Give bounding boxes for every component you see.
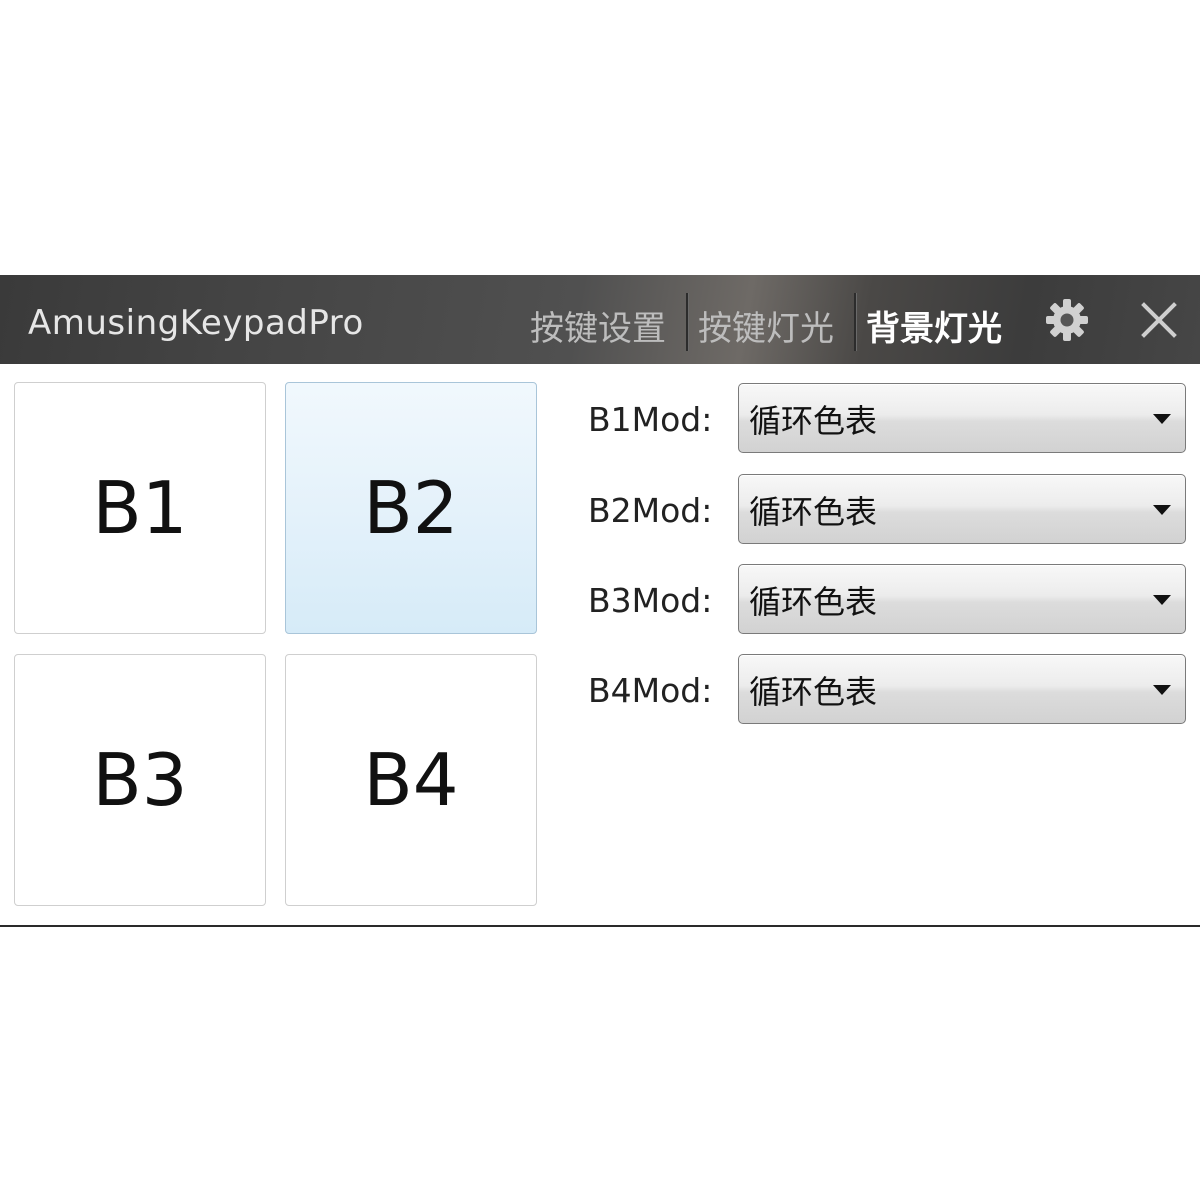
b4-mod-select[interactable]: 循环色表 [738, 654, 1186, 724]
key-button-b2[interactable]: B2 [285, 382, 537, 634]
key-button-b3[interactable]: B3 [14, 654, 266, 906]
key-button-b1[interactable]: B1 [14, 382, 266, 634]
tab-divider [854, 293, 856, 351]
tab-key-settings[interactable]: 按键设置 [530, 301, 666, 350]
dropdown-arrow-icon [1153, 685, 1171, 695]
dropdown-arrow-icon [1153, 595, 1171, 605]
key-label: B2 [363, 466, 459, 550]
dropdown-arrow-icon [1153, 505, 1171, 515]
dropdown-arrow-icon [1153, 414, 1171, 424]
close-icon[interactable] [1136, 297, 1182, 343]
b3-mod-select[interactable]: 循环色表 [738, 564, 1186, 634]
key-label: B3 [92, 738, 188, 822]
tab-key-lighting[interactable]: 按键灯光 [698, 301, 834, 350]
key-label: B4 [363, 738, 459, 822]
select-value: 循环色表 [749, 673, 878, 711]
select-value: 循环色表 [749, 493, 878, 531]
key-button-b4[interactable]: B4 [285, 654, 537, 906]
b2-mod-label: B2Mod: [588, 491, 713, 530]
b1-mod-label: B1Mod: [588, 400, 713, 439]
gear-icon[interactable] [1044, 297, 1090, 343]
app-window: AmusingKeypadPro 按键设置 按键灯光 背景灯光 B1 B2 B3… [0, 275, 1200, 927]
app-title: AmusingKeypadPro [28, 303, 364, 343]
select-value: 循环色表 [749, 402, 878, 440]
tab-background-lighting[interactable]: 背景灯光 [866, 301, 1002, 350]
title-bar[interactable]: AmusingKeypadPro 按键设置 按键灯光 背景灯光 [0, 275, 1200, 364]
b2-mod-select[interactable]: 循环色表 [738, 474, 1186, 544]
b3-mod-label: B3Mod: [588, 581, 713, 620]
b1-mod-select[interactable]: 循环色表 [738, 383, 1186, 453]
b4-mod-label: B4Mod: [588, 671, 713, 710]
tab-divider [686, 293, 688, 351]
key-label: B1 [92, 466, 188, 550]
select-value: 循环色表 [749, 583, 878, 621]
